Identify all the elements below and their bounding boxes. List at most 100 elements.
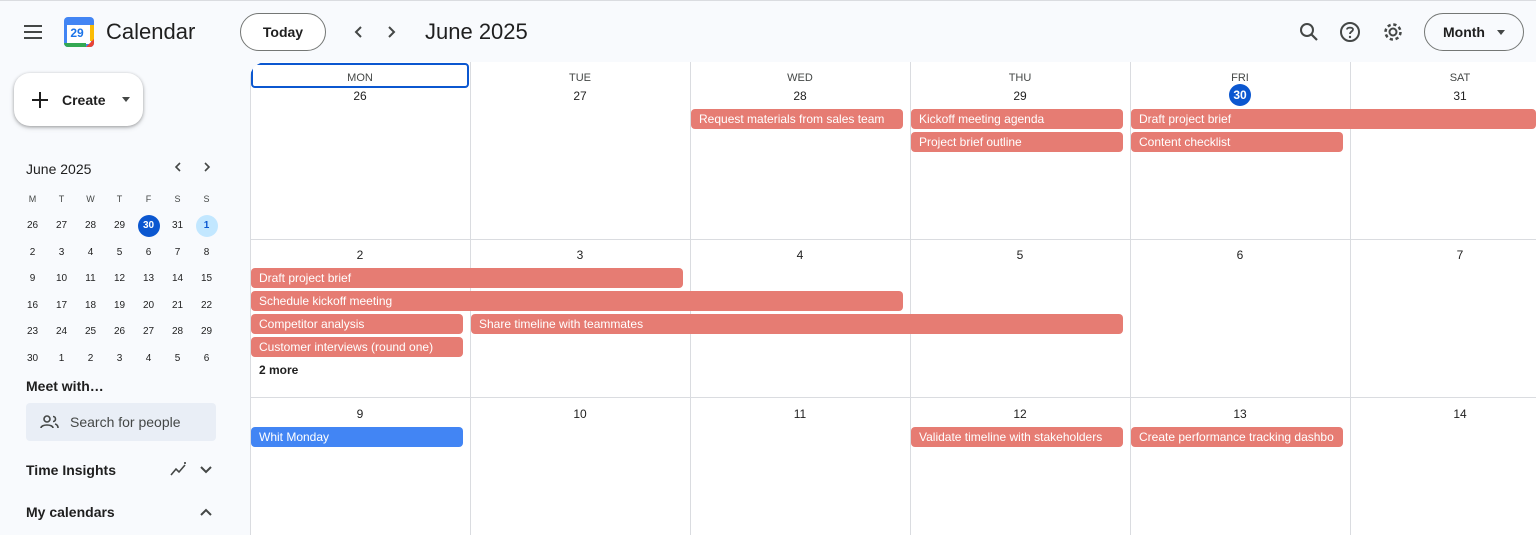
mini-day[interactable]: 23 [18,321,47,343]
event-chip[interactable]: Competitor analysis [251,314,463,334]
mini-day[interactable]: 28 [163,321,192,343]
mini-day[interactable]: 21 [163,294,192,316]
mini-day[interactable]: 6 [192,347,221,369]
day-number[interactable]: 6 [1130,248,1350,262]
next-period-button[interactable] [378,19,404,45]
create-button[interactable]: Create [14,73,143,126]
mini-day[interactable]: 6 [134,241,163,263]
mini-day[interactable]: 1 [47,347,76,369]
mini-day[interactable]: 7 [163,241,192,263]
mini-day[interactable]: 26 [105,321,134,343]
mini-day[interactable]: 16 [18,294,47,316]
day-number[interactable]: 2 [250,248,470,262]
mini-day[interactable]: 31 [163,215,192,237]
day-number[interactable]: 29 [910,89,1130,103]
mini-day[interactable]: 9 [18,268,47,290]
mini-day[interactable]: 26 [18,215,47,237]
help-button[interactable] [1336,18,1364,46]
event-chip[interactable]: Customer interviews (round one) [251,337,463,357]
mini-day[interactable]: 27 [134,321,163,343]
mini-next-month-button[interactable] [198,160,216,178]
mini-day[interactable]: 30 [18,347,47,369]
search-button[interactable] [1295,18,1323,46]
event-chip[interactable]: Request materials from sales team [691,109,903,129]
day-number[interactable]: 31 [1350,89,1536,103]
mini-day[interactable]: 25 [76,321,105,343]
mini-calendar: M T W T F S S 26 27 28 29 30 31 1 2 3 4 … [18,186,221,372]
mini-day[interactable]: 2 [76,347,105,369]
day-number[interactable]: 28 [690,89,910,103]
main-menu-icon[interactable] [20,19,46,45]
day-number[interactable]: 10 [470,407,690,421]
today-button[interactable]: Today [240,13,326,51]
mini-day[interactable]: 10 [47,268,76,290]
mini-prev-month-button[interactable] [169,160,187,178]
mini-weekday: T [58,194,65,205]
mini-day[interactable]: 29 [105,215,134,237]
view-switcher-button[interactable]: Month [1424,13,1524,51]
day-number[interactable]: 13 [1130,407,1350,421]
event-chip[interactable]: Validate timeline with stakeholders [911,427,1123,447]
mini-day[interactable]: 3 [47,241,76,263]
day-number[interactable]: 5 [910,248,1130,262]
mini-week-row: 26 27 28 29 30 31 1 [18,213,221,240]
mini-day[interactable]: 27 [47,215,76,237]
mini-weekday: M [28,194,37,205]
time-insights-heading[interactable]: Time Insights [26,462,116,478]
previous-period-button[interactable] [346,19,372,45]
mini-day[interactable]: 13 [134,268,163,290]
day-number[interactable]: 26 [250,89,470,103]
mini-day[interactable]: 5 [105,241,134,263]
event-chip[interactable]: Schedule kickoff meeting [251,291,903,311]
mini-day[interactable]: 15 [192,268,221,290]
holiday-chip[interactable]: Whit Monday [251,427,463,447]
day-number-today[interactable]: 30 [1130,84,1350,106]
mini-day[interactable]: 2 [18,241,47,263]
day-number[interactable]: 14 [1350,407,1536,421]
mini-day[interactable]: 22 [192,294,221,316]
day-number[interactable]: 27 [470,89,690,103]
mini-day-highlighted[interactable]: 1 [192,214,221,237]
day-number[interactable]: 4 [690,248,910,262]
day-number[interactable]: 12 [910,407,1130,421]
mini-day[interactable]: 4 [134,347,163,369]
app-title: Calendar [106,19,196,44]
day-number[interactable]: 11 [690,407,910,421]
event-chip[interactable]: Share timeline with teammates [471,314,1123,334]
mini-day-selected[interactable]: 30 [134,214,163,237]
mini-week-row: 30 1 2 3 4 5 6 [18,345,221,372]
collapse-my-calendars-button[interactable] [196,502,216,522]
search-people-input[interactable]: Search for people [26,403,216,441]
mini-day[interactable]: 29 [192,321,221,343]
day-number[interactable]: 7 [1350,248,1536,262]
mini-day[interactable]: 19 [105,294,134,316]
mini-day[interactable]: 12 [105,268,134,290]
event-chip[interactable]: Draft project brief [1131,109,1536,129]
mini-day[interactable]: 14 [163,268,192,290]
weekday-header: SAT [1449,72,1471,84]
event-chip[interactable]: Kickoff meeting agenda [911,109,1123,129]
calendar-logo-icon[interactable]: 29 [64,17,94,47]
mini-day[interactable]: 17 [47,294,76,316]
more-events-link[interactable]: 2 more [259,363,298,377]
my-calendars-heading[interactable]: My calendars [26,504,115,520]
event-chip[interactable]: Content checklist [1131,132,1343,152]
day-number[interactable]: 3 [470,248,690,262]
event-chip[interactable]: Create performance tracking dashbo [1131,427,1343,447]
mini-day[interactable]: 4 [76,241,105,263]
mini-day[interactable]: 28 [76,215,105,237]
expand-insights-button[interactable] [196,460,216,480]
mini-day[interactable]: 20 [134,294,163,316]
mini-day[interactable]: 11 [76,268,105,290]
mini-day[interactable]: 8 [192,241,221,263]
mini-day[interactable]: 5 [163,347,192,369]
event-chip[interactable]: Project brief outline [911,132,1123,152]
settings-button[interactable] [1379,18,1407,46]
day-number[interactable]: 9 [250,407,470,421]
mini-day[interactable]: 3 [105,347,134,369]
mini-weekday: S [203,194,210,205]
event-chip[interactable]: Draft project brief [251,268,683,288]
chevron-right-icon [388,26,396,38]
mini-day[interactable]: 18 [76,294,105,316]
mini-day[interactable]: 24 [47,321,76,343]
